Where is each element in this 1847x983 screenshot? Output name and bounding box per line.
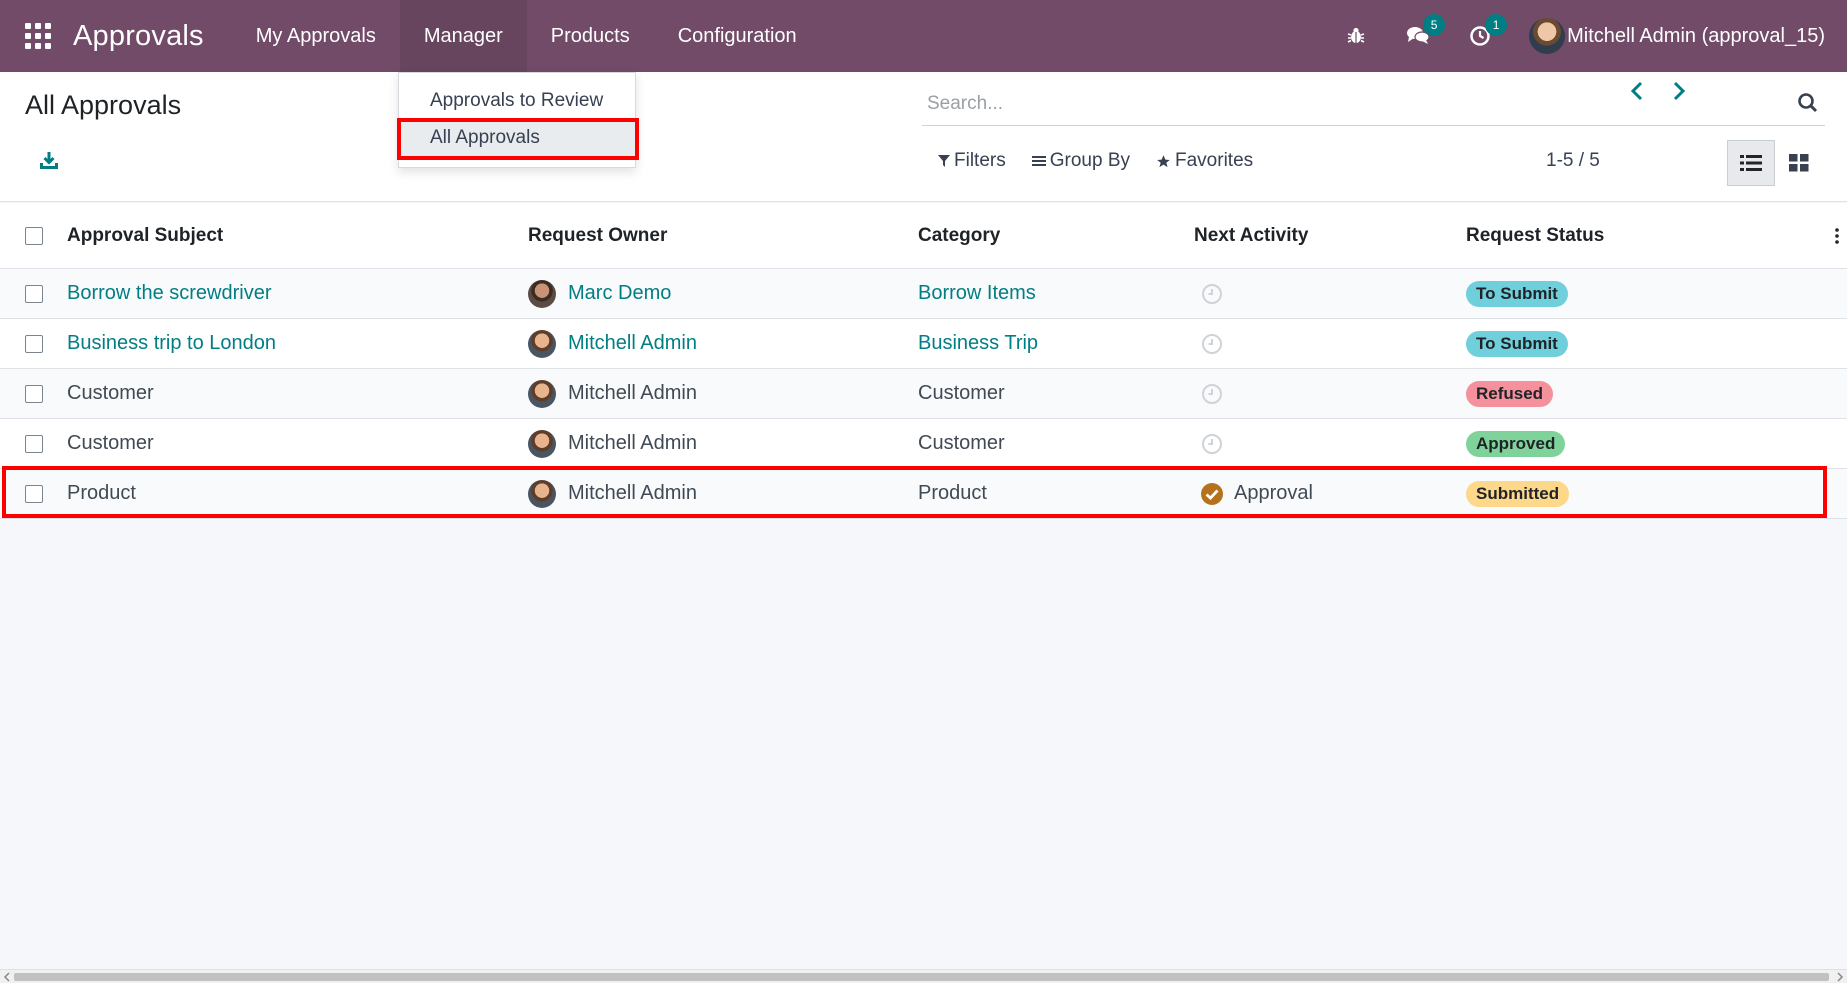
status-badge: Submitted xyxy=(1466,480,1570,507)
table-row[interactable]: Customer Mitchell Admin Customer Approve… xyxy=(0,419,1847,469)
app-brand[interactable]: Approvals xyxy=(73,20,204,53)
group-by-bars-icon xyxy=(1031,156,1046,166)
horizontal-scrollbar[interactable] xyxy=(0,969,1847,983)
cell-owner[interactable]: Mitchell Admin xyxy=(568,332,697,355)
row-checkbox[interactable] xyxy=(25,484,43,503)
activities-clock-icon[interactable]: 1 xyxy=(1467,14,1508,49)
optional-columns-kebab-icon[interactable] xyxy=(1826,227,1847,244)
schedule-activity-clock-icon[interactable] xyxy=(1201,333,1223,355)
row-checkbox[interactable] xyxy=(25,334,43,353)
schedule-activity-clock-icon[interactable] xyxy=(1201,383,1223,405)
cell-owner: Mitchell Admin xyxy=(568,432,697,454)
row-checkbox[interactable] xyxy=(25,284,43,303)
favorites-button[interactable]: Favorites xyxy=(1156,150,1253,172)
messages-chat-icon[interactable]: 5 xyxy=(1405,14,1446,49)
approvals-list-table: Approval Subject Request Owner Category … xyxy=(0,203,1847,519)
table-header-row: Approval Subject Request Owner Category … xyxy=(0,203,1847,269)
row-checkbox[interactable] xyxy=(25,434,43,453)
filter-funnel-icon xyxy=(938,155,950,167)
menu-products[interactable]: Products xyxy=(527,0,654,72)
debug-bug-icon[interactable] xyxy=(1343,23,1369,49)
favorites-label: Favorites xyxy=(1175,150,1254,171)
table-row[interactable]: Customer Mitchell Admin Customer Refused xyxy=(0,369,1847,419)
list-view-icon[interactable] xyxy=(1727,140,1775,186)
schedule-activity-clock-icon[interactable] xyxy=(1201,283,1223,305)
table-row[interactable]: Borrow the screwdriver Marc Demo Borrow … xyxy=(0,269,1847,319)
pager-value[interactable]: 1-5 / 5 xyxy=(1546,150,1600,172)
cell-owner: Mitchell Admin xyxy=(568,382,697,404)
user-name: Mitchell Admin (approval_15) xyxy=(1567,24,1825,47)
group-by-button[interactable]: Group By xyxy=(1031,150,1130,172)
column-header-subject[interactable]: Approval Subject xyxy=(67,225,528,247)
menu-manager[interactable]: Manager xyxy=(399,0,527,72)
cell-category: Customer xyxy=(918,382,1005,404)
owner-avatar xyxy=(528,279,556,308)
dropdown-item-approvals-to-review[interactable]: Approvals to Review xyxy=(399,83,635,119)
column-header-activity[interactable]: Next Activity xyxy=(1194,225,1466,247)
app-grid-icon[interactable] xyxy=(25,23,51,49)
column-header-status[interactable]: Request Status xyxy=(1466,225,1826,247)
cell-subject[interactable]: Business trip to London xyxy=(67,332,528,355)
activity-check-circle-icon[interactable] xyxy=(1200,482,1224,506)
cell-subject: Customer xyxy=(67,432,154,454)
schedule-activity-clock-icon[interactable] xyxy=(1201,433,1223,455)
user-menu[interactable]: Mitchell Admin (approval_15) xyxy=(1529,18,1825,54)
table-body: Borrow the screwdriver Marc Demo Borrow … xyxy=(0,269,1847,519)
pager-next-icon[interactable] xyxy=(1670,80,1690,102)
pager-previous-icon[interactable] xyxy=(1628,80,1648,102)
table-row[interactable]: Business trip to London Mitchell Admin B… xyxy=(0,319,1847,369)
dropdown-item-all-approvals[interactable]: All Approvals xyxy=(399,120,635,156)
select-all-checkbox[interactable] xyxy=(25,226,43,245)
cell-category[interactable]: Business Trip xyxy=(918,332,1194,355)
status-badge: To Submit xyxy=(1466,280,1568,307)
row-checkbox[interactable] xyxy=(25,384,43,403)
group-by-label: Group By xyxy=(1049,150,1130,171)
messages-count-badge: 5 xyxy=(1423,14,1446,36)
scroll-left-arrow-icon[interactable] xyxy=(2,972,12,982)
cell-category: Customer xyxy=(918,432,1005,454)
cell-subject: Customer xyxy=(67,382,154,404)
star-icon xyxy=(1157,154,1170,167)
cell-category[interactable]: Borrow Items xyxy=(918,282,1194,305)
cell-owner[interactable]: Marc Demo xyxy=(568,282,671,305)
scroll-right-arrow-icon[interactable] xyxy=(1835,972,1845,982)
menu-configuration[interactable]: Configuration xyxy=(654,0,821,72)
column-header-category[interactable]: Category xyxy=(918,225,1194,247)
status-badge: Refused xyxy=(1466,380,1554,407)
owner-avatar xyxy=(528,329,556,358)
search-icon[interactable] xyxy=(1797,92,1821,116)
top-navbar: Approvals My Approvals Manager Products … xyxy=(0,0,1847,72)
scrollbar-thumb[interactable] xyxy=(14,973,1829,981)
search-input[interactable] xyxy=(922,92,1797,115)
breadcrumb-title: All Approvals xyxy=(25,90,182,120)
cell-owner: Mitchell Admin xyxy=(568,482,697,504)
navbar-systray: 5 1 Mitchell Admin (approval_15) xyxy=(1343,0,1847,72)
kanban-view-icon[interactable] xyxy=(1775,140,1823,186)
search-options: Filters Group By Favorites xyxy=(938,150,1253,172)
owner-avatar xyxy=(528,479,556,508)
filters-label: Filters xyxy=(954,150,1006,171)
owner-avatar xyxy=(528,379,556,408)
status-badge: Approved xyxy=(1466,430,1566,457)
column-header-owner[interactable]: Request Owner xyxy=(528,225,918,247)
filters-button[interactable]: Filters xyxy=(938,150,1006,172)
control-panel: All Approvals Filters Group By Favorites… xyxy=(0,72,1847,202)
manager-dropdown-menu: Approvals to Review All Approvals xyxy=(398,72,636,168)
menu-my-approvals[interactable]: My Approvals xyxy=(232,0,400,72)
cell-subject[interactable]: Borrow the screwdriver xyxy=(67,282,528,305)
cell-category: Product xyxy=(918,482,987,504)
view-switcher xyxy=(1727,140,1823,186)
table-row[interactable]: Product Mitchell Admin Product Approval … xyxy=(0,469,1847,519)
owner-avatar xyxy=(528,429,556,458)
status-badge: To Submit xyxy=(1466,330,1568,357)
activities-count-badge: 1 xyxy=(1485,14,1508,36)
cell-activity: Approval xyxy=(1234,482,1313,504)
download-export-icon[interactable] xyxy=(38,150,62,174)
user-avatar xyxy=(1529,18,1566,54)
cell-subject: Product xyxy=(67,482,136,504)
